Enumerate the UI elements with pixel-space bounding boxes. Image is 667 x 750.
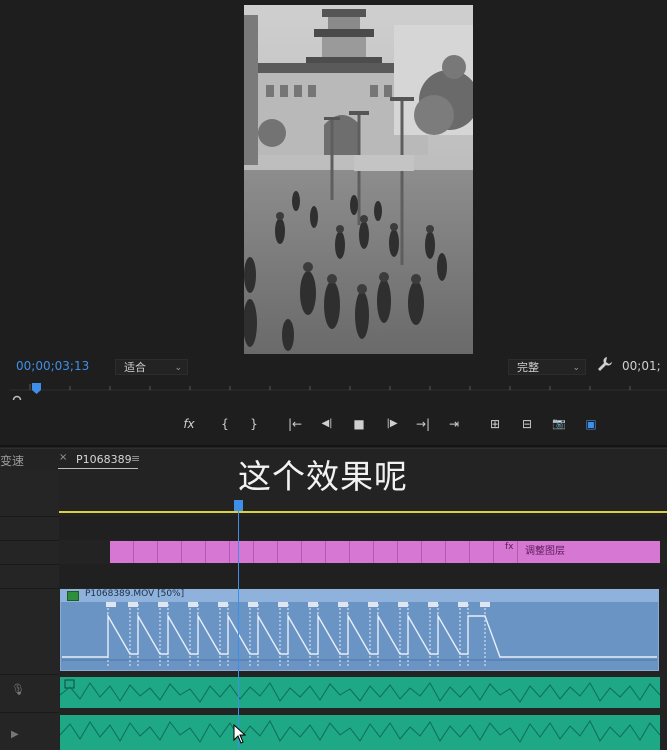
track-divider xyxy=(0,674,59,675)
track-divider xyxy=(0,540,59,541)
timeline-playhead-handle[interactable] xyxy=(234,500,243,511)
adjustment-clip-segment xyxy=(398,541,422,563)
subtitle-caption: 这个效果呢 xyxy=(238,457,408,496)
track-headers xyxy=(0,470,59,750)
adjustment-clip-segment xyxy=(182,541,206,563)
video-preview xyxy=(244,5,473,354)
timeline-playhead-line[interactable] xyxy=(238,500,239,750)
wrench-icon[interactable] xyxy=(597,356,613,372)
monitor-time-ruler[interactable] xyxy=(10,380,667,405)
current-timecode[interactable]: 00;00;03;13 xyxy=(16,359,89,373)
adjustment-clip-segment xyxy=(134,541,158,563)
track-divider xyxy=(0,516,59,517)
scrub-handle[interactable] xyxy=(12,395,22,405)
lift-button[interactable]: ⊞ xyxy=(484,415,506,433)
quality-value: 完整 xyxy=(517,361,539,374)
go-to-out-button[interactable]: →| xyxy=(412,415,434,433)
video-clip-label: P1068389.MOV [50%] xyxy=(85,589,185,599)
close-tab-icon[interactable]: × xyxy=(59,452,67,463)
mouse-cursor-icon xyxy=(233,723,247,744)
tab-menu-icon[interactable]: ≡ xyxy=(131,452,140,465)
zoom-dropdown[interactable]: 适合 ⌄ xyxy=(115,359,188,375)
adjustment-clip-segment xyxy=(374,541,398,563)
play-triangle-icon[interactable]: ▶ xyxy=(11,729,19,740)
step-back-button[interactable]: ◀| xyxy=(316,415,338,433)
adjustment-clip-segment xyxy=(254,541,278,563)
adjustment-clip-segment xyxy=(446,541,470,563)
adjustment-clip-segment xyxy=(278,541,302,563)
speed-panel-tab[interactable]: 变速 xyxy=(0,452,24,469)
stop-button[interactable]: ■ xyxy=(348,415,370,433)
street-scene-image xyxy=(244,5,473,354)
sequence-tab[interactable]: P1068389 xyxy=(76,453,132,466)
panel-divider xyxy=(0,445,667,447)
mark-in-button[interactable]: { xyxy=(214,415,236,433)
video-track-3[interactable] xyxy=(59,516,667,540)
adjustment-layer-label: 调整图层 xyxy=(525,546,565,557)
quality-dropdown[interactable]: 完整 ⌄ xyxy=(508,359,586,375)
zoom-value: 适合 xyxy=(124,361,146,374)
adjustment-clip-segment xyxy=(470,541,494,563)
step-forward-button[interactable]: |▶ xyxy=(381,415,403,433)
adjustment-clip-segment xyxy=(158,541,182,563)
adjustment-clip-segment xyxy=(422,541,446,563)
audio-clip-2[interactable] xyxy=(60,715,660,750)
fx-badge-icon: fx xyxy=(505,542,514,552)
video-track-1-gap xyxy=(59,564,667,588)
work-area-bar[interactable] xyxy=(59,511,667,513)
camera-icon[interactable]: 📷 xyxy=(548,415,570,433)
microphone-icon[interactable]: 🎙 xyxy=(11,683,25,696)
duration-timecode: 00;01; xyxy=(622,359,661,373)
adjustment-clip-segment xyxy=(302,541,326,563)
adjustment-clip-segment xyxy=(326,541,350,563)
mark-out-button[interactable]: } xyxy=(243,415,265,433)
chevron-down-icon: ⌄ xyxy=(174,363,182,373)
monitor-playhead[interactable] xyxy=(32,383,41,394)
button-editor-icon[interactable]: ▣ xyxy=(580,415,602,433)
adjustment-clip-segment xyxy=(110,541,134,563)
track-divider xyxy=(0,712,59,713)
adjustment-clip-segment xyxy=(206,541,230,563)
track-divider xyxy=(0,588,59,589)
adjustment-clip-segment xyxy=(230,541,254,563)
adjustment-clip-segment xyxy=(350,541,374,563)
fx-icon xyxy=(67,591,79,601)
fx-button[interactable]: fx xyxy=(178,415,200,433)
track-divider xyxy=(0,564,59,565)
active-tab-underline xyxy=(58,468,138,469)
go-to-in-button[interactable]: |← xyxy=(284,415,306,433)
chevron-down-icon: ⌄ xyxy=(572,363,580,373)
speed-keyframe-graph[interactable] xyxy=(60,602,659,671)
audio-clip-1[interactable] xyxy=(60,677,660,708)
export-frame-icon[interactable]: ⇥ xyxy=(443,415,465,433)
extract-button[interactable]: ⊟ xyxy=(516,415,538,433)
